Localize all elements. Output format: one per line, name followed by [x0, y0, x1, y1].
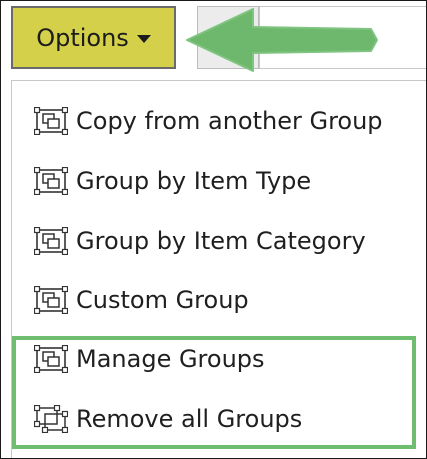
menu-item-copy-from-another-group[interactable]: Copy from another Group	[34, 101, 383, 141]
menu-item-label: Copy from another Group	[76, 107, 383, 135]
menu-item-label: Group by Item Type	[76, 167, 312, 195]
menu-item-remove-all-groups[interactable]: Remove all Groups	[34, 399, 302, 439]
toolbar: Options	[1, 1, 426, 81]
callout-arrow-icon	[186, 8, 378, 72]
options-dropdown-button[interactable]: Options	[11, 6, 176, 69]
options-menu: Copy from another Group Group by Item Ty…	[11, 80, 426, 458]
group-icon	[34, 227, 68, 255]
menu-item-label: Custom Group	[76, 286, 249, 314]
menu-item-label: Remove all Groups	[76, 405, 303, 433]
group-icon	[34, 167, 68, 195]
menu-item-manage-groups[interactable]: Manage Groups	[34, 339, 265, 379]
options-button-label: Options	[36, 23, 129, 52]
menu-item-label: Group by Item Category	[76, 227, 366, 255]
menu-item-custom-group[interactable]: Custom Group	[34, 280, 249, 320]
group-icon	[34, 345, 68, 373]
menu-item-group-by-item-type[interactable]: Group by Item Type	[34, 161, 311, 201]
ungroup-icon	[34, 405, 68, 433]
menu-item-group-by-item-category[interactable]: Group by Item Category	[34, 221, 366, 261]
menu-item-label: Manage Groups	[76, 345, 265, 373]
caret-down-icon	[136, 34, 151, 43]
group-icon	[34, 107, 68, 135]
screenshot-frame: Options Copy from another Group Group by…	[0, 0, 427, 459]
group-icon	[34, 286, 68, 314]
